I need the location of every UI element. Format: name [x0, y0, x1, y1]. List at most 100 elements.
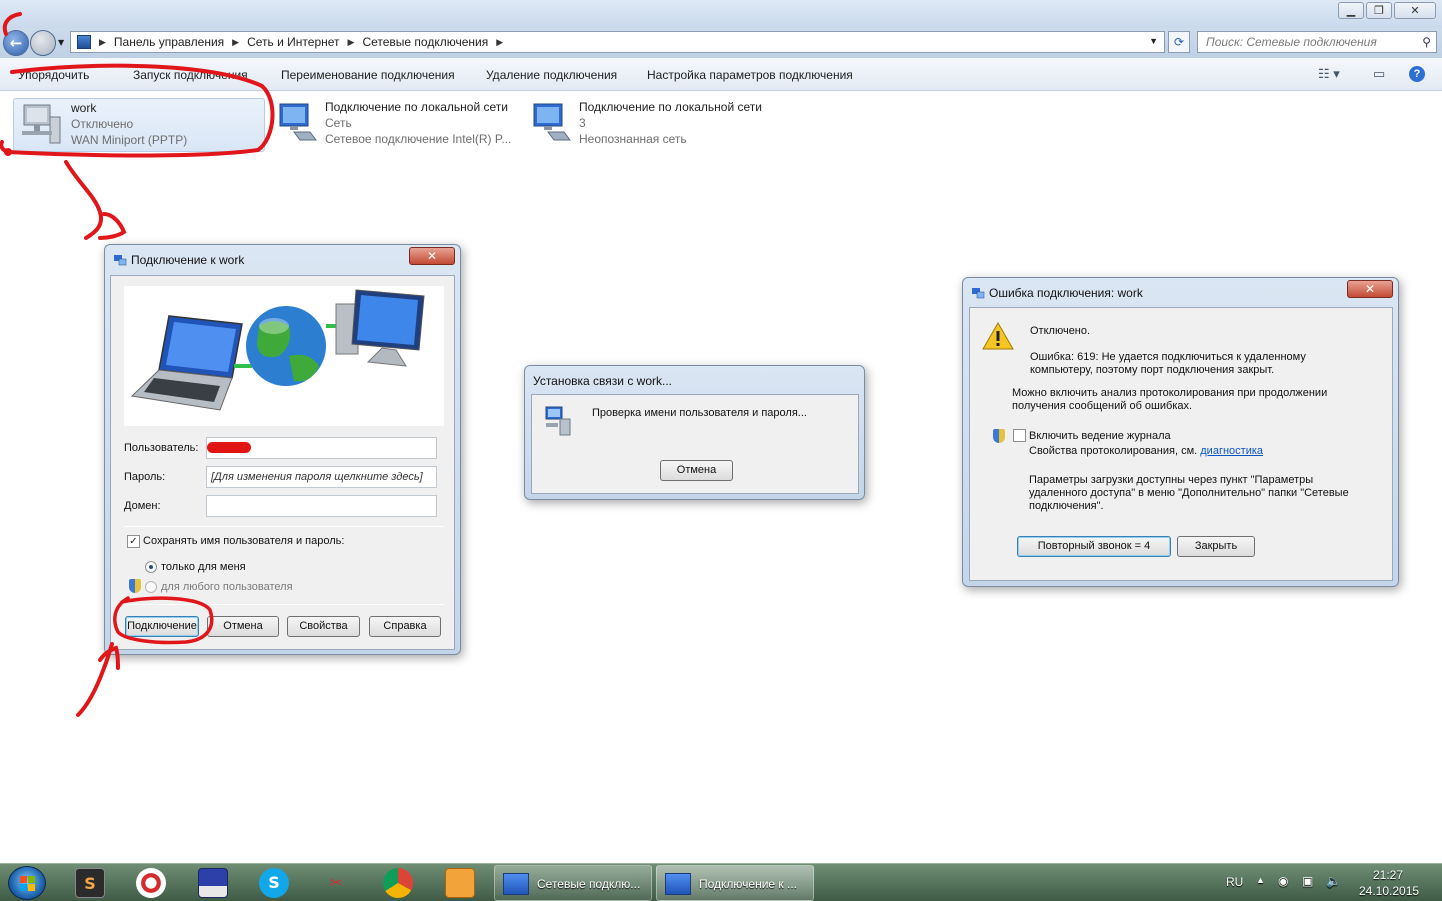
- help-icon[interactable]: ?: [1409, 66, 1425, 82]
- cancel-button[interactable]: Отмена: [207, 616, 279, 637]
- tray-expand-icon[interactable]: ▲: [1256, 875, 1265, 885]
- network-illustration: [124, 286, 444, 426]
- dialog-body: Пользователь: Пароль: [Для изменения пар…: [110, 275, 455, 650]
- network-tray-icon[interactable]: ▣: [1302, 874, 1313, 888]
- clock-time[interactable]: 21:27: [1373, 868, 1403, 882]
- rename-connection-button[interactable]: Переименование подключения: [281, 68, 455, 82]
- windows-logo-icon: [20, 876, 35, 891]
- chevron-right-icon: ▶: [232, 36, 240, 47]
- log-props-label: Свойства протоколирования, см.: [1029, 445, 1198, 457]
- properties-button[interactable]: Свойства: [287, 616, 360, 637]
- save-credentials-checkbox[interactable]: ✓: [127, 535, 140, 548]
- start-connection-button[interactable]: Запуск подключения: [133, 68, 248, 82]
- divider: [124, 526, 444, 527]
- params-line-2: удаленного доступа" в меню "Дополнительн…: [1029, 487, 1349, 499]
- lan-connection-icon: [279, 103, 317, 141]
- connect-button[interactable]: Подключение: [125, 616, 199, 637]
- address-row: ← ▼ ▶ Панель управления ▶ Сеть и Интерне…: [0, 28, 1442, 58]
- domain-field[interactable]: [206, 495, 437, 517]
- dialog-title: Ошибка подключения: work: [989, 286, 1143, 300]
- clock-date[interactable]: 24.10.2015: [1359, 884, 1419, 898]
- redial-button[interactable]: Повторный звонок = 4: [1017, 536, 1171, 557]
- params-line-1: Параметры загрузки доступны через пункт …: [1029, 474, 1314, 486]
- error-line-2: компьютеру, поэтому порт подключения зак…: [1030, 364, 1275, 376]
- dialog-title: Установка связи с work...: [533, 374, 673, 388]
- chevron-right-icon: ▶: [99, 36, 106, 47]
- close-dialog-button[interactable]: ✕: [1347, 280, 1393, 298]
- log-hint-2: получения сообщений об ошибках.: [1012, 400, 1193, 412]
- command-bar: Упорядочить Запуск подключения Переимено…: [0, 58, 1442, 91]
- connection-item-lan-3[interactable]: Подключение по локальной сети 3 Неопозна…: [524, 98, 774, 152]
- refresh-button[interactable]: ⟳: [1168, 31, 1190, 53]
- volume-icon[interactable]: 🔈: [1326, 874, 1341, 888]
- diagnostics-link[interactable]: диагностика: [1200, 445, 1263, 457]
- connection-name: Подключение по локальной сети: [579, 100, 762, 114]
- any-user-radio[interactable]: [145, 581, 157, 593]
- any-user-label: для любого пользователя: [161, 581, 293, 593]
- outlook-icon[interactable]: [445, 868, 475, 898]
- search-icon: ⚲: [1422, 35, 1431, 49]
- breadcrumb-network-connections[interactable]: Сетевые подключения: [362, 35, 488, 49]
- view-options-icon[interactable]: ☷ ▾: [1318, 66, 1340, 82]
- connection-item-lan-1[interactable]: Подключение по локальной сети Сеть Сетев…: [270, 98, 520, 152]
- shield-icon: [129, 579, 141, 593]
- preview-pane-icon[interactable]: ▭: [1373, 66, 1385, 82]
- forward-button[interactable]: [30, 30, 56, 56]
- connection-status: Сеть: [325, 116, 352, 130]
- snipping-tool-icon[interactable]: ✂: [321, 868, 351, 898]
- help-button[interactable]: Справка: [369, 616, 441, 637]
- window-titlebar: ▁ ❐ ✕: [0, 0, 1442, 28]
- dot-marker: [4, 148, 12, 156]
- search-input[interactable]: Поиск: Сетевые подключения ⚲: [1197, 31, 1437, 53]
- skype-icon[interactable]: S: [259, 868, 289, 898]
- password-label: Пароль:: [124, 471, 166, 483]
- breadcrumb-network-internet[interactable]: Сеть и Интернет: [247, 35, 339, 49]
- connection-name: work: [71, 101, 97, 115]
- connection-item-work[interactable]: work Отключено WAN Miniport (PPTP): [13, 98, 265, 152]
- lan-connection-icon: [533, 103, 571, 141]
- window-controls: ▁ ❐ ✕: [1338, 2, 1436, 19]
- connect-dialog: Подключение к work ✕ Пользователь: Парол…: [104, 244, 461, 655]
- organize-menu[interactable]: Упорядочить: [18, 68, 89, 82]
- task-label: Сетевые подклю...: [537, 877, 641, 891]
- chevron-right-icon: ▶: [347, 36, 355, 47]
- close-dialog-button[interactable]: ✕: [409, 247, 455, 265]
- delete-connection-button[interactable]: Удаление подключения: [486, 68, 617, 82]
- only-me-radio[interactable]: [145, 561, 157, 573]
- error-dialog: Ошибка подключения: work ✕ Отключено. Ош…: [962, 277, 1399, 587]
- user-field[interactable]: [206, 437, 437, 459]
- dialog-body: Проверка имени пользователя и пароля... …: [531, 394, 859, 494]
- password-field[interactable]: [Для изменения пароля щелкните здесь]: [206, 466, 437, 488]
- language-indicator[interactable]: RU: [1226, 875, 1243, 889]
- sublime-text-icon[interactable]: S: [75, 868, 105, 898]
- minimize-button[interactable]: ▁: [1338, 2, 1364, 19]
- save-credentials-label: Сохранять имя пользователя и пароль:: [143, 535, 345, 547]
- history-dropdown-icon[interactable]: ▼: [58, 38, 64, 47]
- progress-message: Проверка имени пользователя и пароля...: [592, 407, 807, 419]
- close-button[interactable]: Закрыть: [1177, 536, 1255, 557]
- enable-log-checkbox[interactable]: [1013, 429, 1026, 442]
- connection-settings-button[interactable]: Настройка параметров подключения: [647, 68, 853, 82]
- address-bar[interactable]: ▶ Панель управления ▶ Сеть и Интернет ▶ …: [70, 31, 1165, 53]
- warning-icon: [982, 322, 1014, 350]
- start-button[interactable]: [8, 866, 46, 900]
- save-disk-icon[interactable]: [198, 868, 228, 898]
- progress-dialog: Установка связи с work... Проверка имени…: [524, 365, 865, 500]
- close-window-button[interactable]: ✕: [1394, 2, 1436, 19]
- chevron-down-icon[interactable]: ▼: [1149, 36, 1158, 46]
- arrow-to-dialog: [64, 160, 127, 240]
- error-line-1: Ошибка: 619: Не удается подключиться к у…: [1030, 351, 1306, 363]
- task-network-connections[interactable]: Сетевые подклю...: [494, 865, 652, 901]
- network-icon: [114, 255, 127, 266]
- tray-app-icon[interactable]: ◉: [1278, 874, 1288, 888]
- cancel-button[interactable]: Отмена: [660, 460, 733, 481]
- back-button[interactable]: ←: [3, 30, 29, 56]
- only-me-label: только для меня: [161, 561, 246, 573]
- breadcrumb-control-panel[interactable]: Панель управления: [114, 35, 224, 49]
- record-app-icon[interactable]: [136, 868, 166, 898]
- redacted-scribble: [207, 442, 251, 453]
- chrome-icon[interactable]: [383, 868, 413, 898]
- maximize-button[interactable]: ❐: [1366, 2, 1392, 19]
- task-connect-work[interactable]: Подключение к ...: [656, 865, 814, 901]
- connection-device: Неопознанная сеть: [579, 132, 687, 146]
